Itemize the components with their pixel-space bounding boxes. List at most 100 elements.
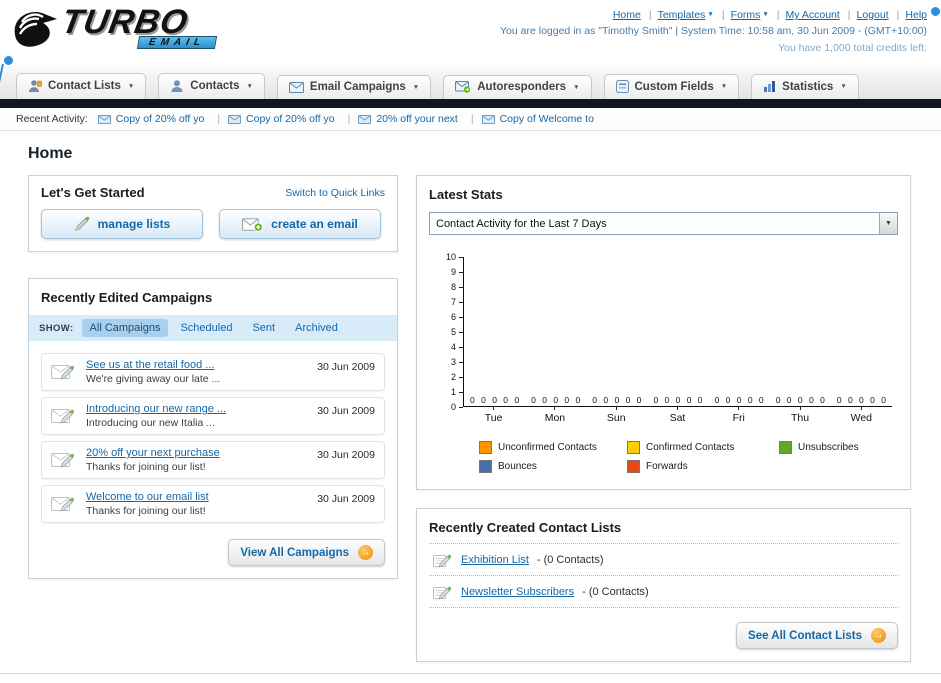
tab-contacts[interactable]: Contacts ▼ bbox=[158, 73, 265, 99]
contact-list-link[interactable]: Exhibition List bbox=[461, 554, 529, 566]
turbo-email-logo[interactable]: TURBO EMAIL bbox=[6, 3, 222, 51]
tab-label: Autoresponders bbox=[477, 81, 567, 93]
nav-divider-bar bbox=[0, 99, 941, 108]
contact-lists-title: Recently Created Contact Lists bbox=[429, 520, 622, 535]
filter-sent[interactable]: Sent bbox=[244, 319, 283, 337]
contacts-icon bbox=[170, 79, 184, 93]
see-all-contact-lists-button[interactable]: See All Contact Lists → bbox=[736, 622, 898, 649]
chart-x-axis: Tue Mon Sun Sat Fri Thu Wed bbox=[463, 407, 892, 427]
campaign-edit-icon bbox=[51, 362, 77, 382]
dropdown-caret-icon: ▼ bbox=[246, 82, 253, 90]
tab-label: Statistics bbox=[782, 80, 834, 93]
legend-swatch bbox=[779, 441, 792, 454]
view-all-campaigns-button[interactable]: View All Campaigns → bbox=[228, 539, 385, 566]
contact-list-count: - (0 Contacts) bbox=[536, 553, 604, 566]
switch-to-quick-links-link[interactable]: Switch to Quick Links bbox=[285, 187, 385, 199]
campaign-title-link[interactable]: 20% off your next purchase bbox=[86, 447, 308, 459]
campaign-text: See us at the retail food ... We're givi… bbox=[86, 359, 308, 385]
dropdown-caret-icon: ▼ bbox=[840, 83, 847, 90]
tab-statistics[interactable]: Statistics ▼ bbox=[751, 74, 859, 99]
zero-value-labels: 0 0 0 0 0 bbox=[653, 395, 703, 405]
envelope-icon bbox=[97, 114, 111, 124]
campaign-title-link[interactable]: Welcome to our email list bbox=[86, 491, 308, 503]
campaign-list: See us at the retail food ... We're givi… bbox=[29, 343, 397, 533]
nav-home-link[interactable]: Home bbox=[613, 7, 658, 23]
campaign-title-link[interactable]: See us at the retail food ... bbox=[86, 359, 308, 371]
chart-legend: Unconfirmed Contacts Confirmed Contacts … bbox=[479, 441, 900, 473]
get-started-title: Let's Get Started bbox=[41, 185, 145, 200]
x-tick-label: Thu bbox=[769, 407, 830, 427]
chart-day-group: 0 0 0 0 0 bbox=[647, 257, 708, 406]
tab-autoresponders[interactable]: Autoresponders ▼ bbox=[443, 75, 592, 99]
recent-activity-link[interactable]: Copy of Welcome to bbox=[481, 113, 594, 125]
campaign-row[interactable]: Welcome to our email list Thanks for joi… bbox=[41, 485, 385, 523]
recent-activity-bar: Recent Activity: Copy of 20% off yo Copy… bbox=[0, 108, 941, 131]
y-tick-label: 7 bbox=[450, 297, 464, 307]
filter-archived[interactable]: Archived bbox=[287, 319, 346, 337]
manage-lists-button[interactable]: manage lists bbox=[41, 209, 203, 239]
edit-list-icon bbox=[433, 551, 453, 568]
campaign-row[interactable]: Introducing our new range ... Introducin… bbox=[41, 397, 385, 435]
x-tick-label: Tue bbox=[463, 407, 524, 427]
logo-title: TURBO bbox=[58, 3, 192, 41]
latest-stats-panel: Latest Stats Contact Activity for the La… bbox=[416, 175, 911, 490]
x-tick-label: Wed bbox=[831, 407, 892, 427]
dropdown-caret-icon: ▼ bbox=[573, 83, 580, 91]
nav-my-account-link[interactable]: My Account bbox=[786, 7, 857, 23]
y-tick-label: 5 bbox=[450, 327, 464, 337]
campaign-row[interactable]: 20% off your next purchase Thanks for jo… bbox=[41, 441, 385, 479]
x-tick-label: Sat bbox=[647, 407, 708, 427]
zero-value-labels: 0 0 0 0 0 bbox=[836, 395, 886, 405]
nav-forms-link[interactable]: Forms ▼ bbox=[731, 7, 786, 23]
campaign-subtitle: Thanks for joining our list! bbox=[86, 505, 206, 517]
campaign-subtitle: Thanks for joining our list! bbox=[86, 461, 206, 473]
chart-y-axis: 10 9 8 7 6 5 4 3 2 1 0 bbox=[427, 252, 464, 412]
filter-all-campaigns[interactable]: All Campaigns bbox=[81, 319, 169, 337]
chart-day-group: 0 0 0 0 0 bbox=[525, 257, 586, 406]
recent-activity-link[interactable]: Copy of 20% off yo bbox=[228, 113, 358, 125]
credits-info: You have 1,000 total credits left. bbox=[777, 41, 927, 54]
decorative-dot bbox=[931, 7, 940, 16]
nav-logout-link[interactable]: Logout bbox=[857, 7, 906, 23]
recent-activity-link[interactable]: Copy of 20% off yo bbox=[97, 113, 228, 125]
edit-list-icon bbox=[433, 583, 453, 600]
x-tick-label: Mon bbox=[524, 407, 585, 427]
logo-text: TURBO EMAIL bbox=[58, 3, 218, 49]
footer-divider bbox=[0, 673, 941, 674]
contact-list-row[interactable]: Exhibition List - (0 Contacts) bbox=[429, 543, 898, 575]
nav-templates-link[interactable]: Templates ▼ bbox=[658, 7, 731, 23]
campaign-row[interactable]: See us at the retail food ... We're givi… bbox=[41, 353, 385, 391]
filter-scheduled[interactable]: Scheduled bbox=[172, 319, 240, 337]
recent-activity-link[interactable]: 20% off your next bbox=[358, 113, 481, 125]
legend-swatch bbox=[627, 441, 640, 454]
campaign-date: 30 Jun 2009 bbox=[317, 449, 375, 461]
create-email-button[interactable]: create an email bbox=[219, 209, 381, 239]
recent-activity-label: Recent Activity: bbox=[16, 113, 88, 125]
tab-email-campaigns[interactable]: Email Campaigns ▼ bbox=[276, 75, 432, 99]
arrow-right-icon: → bbox=[871, 628, 886, 643]
legend-item: Forwards bbox=[627, 460, 779, 473]
tab-label: Contact Lists bbox=[48, 80, 121, 92]
app-window: TURBO EMAIL Home Templates▼ Forms▼ My Ac… bbox=[0, 0, 941, 683]
tab-label: Email Campaigns bbox=[309, 81, 406, 93]
contact-list-row[interactable]: Newsletter Subscribers - (0 Contacts) bbox=[429, 575, 898, 608]
y-tick-label: 3 bbox=[450, 357, 464, 367]
decorative-dot bbox=[4, 56, 13, 65]
tab-custom-fields[interactable]: Custom Fields ▼ bbox=[603, 74, 740, 99]
contact-list-link[interactable]: Newsletter Subscribers bbox=[461, 586, 574, 598]
envelope-icon bbox=[228, 114, 242, 124]
zero-value-labels: 0 0 0 0 0 bbox=[775, 395, 825, 405]
main-nav: Contact Lists ▼ Contacts ▼ Email Campaig… bbox=[0, 65, 941, 99]
nav-help-link[interactable]: Help bbox=[905, 7, 927, 23]
campaign-text: 20% off your next purchase Thanks for jo… bbox=[86, 447, 308, 473]
tab-contact-lists[interactable]: Contact Lists ▼ bbox=[16, 73, 147, 99]
contact-activity-chart: 10 9 8 7 6 5 4 3 2 1 0 0 0 0 0 0 0 0 0 0… bbox=[427, 252, 892, 427]
login-info: You are logged in as "Timothy Smith" | S… bbox=[500, 25, 927, 38]
stats-range-select[interactable]: Contact Activity for the Last 7 Days ▼ bbox=[429, 212, 898, 235]
logo-subtitle: EMAIL bbox=[136, 36, 218, 49]
header-links: Home Templates▼ Forms▼ My Account Logout… bbox=[613, 7, 927, 23]
recent-contact-lists-panel: Recently Created Contact Lists Exhibitio… bbox=[416, 508, 911, 662]
chart-day-group: 0 0 0 0 0 bbox=[464, 257, 525, 406]
contact-lists-icon bbox=[28, 79, 42, 93]
campaign-title-link[interactable]: Introducing our new range ... bbox=[86, 403, 308, 415]
